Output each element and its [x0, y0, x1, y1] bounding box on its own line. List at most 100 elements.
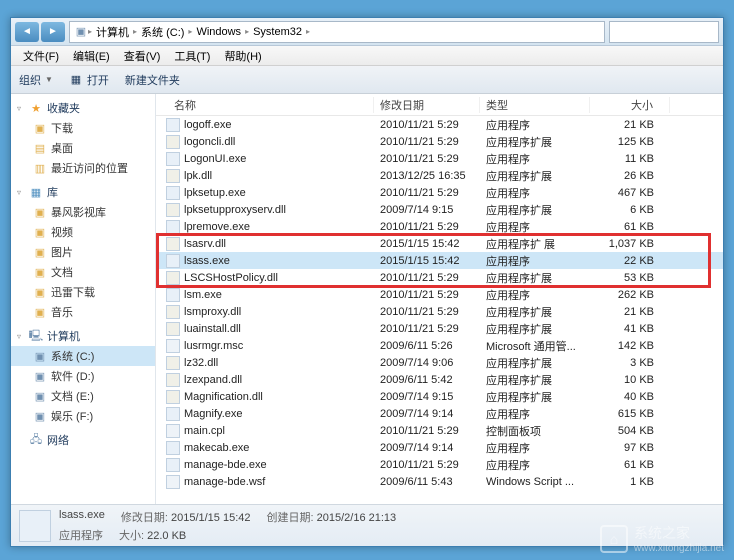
table-row[interactable]: makecab.exe2009/7/14 9:14应用程序97 KB: [156, 439, 723, 456]
col-date[interactable]: 修改日期: [374, 97, 480, 113]
table-row[interactable]: lsasrv.dll2015/1/15 15:42应用程序扩 展1,037 KB: [156, 235, 723, 252]
table-row[interactable]: lpk.dll2013/12/25 16:35应用程序扩展26 KB: [156, 167, 723, 184]
sidebar-item-downloads[interactable]: ▣下载: [11, 118, 155, 138]
sidebar-network[interactable]: 🖧网络: [11, 430, 155, 450]
file-size: 21 KB: [590, 119, 670, 131]
search-input[interactable]: [609, 21, 719, 43]
table-row[interactable]: lpksetup.exe2010/11/21 5:29应用程序467 KB: [156, 184, 723, 201]
file-type: 应用程序扩展: [480, 389, 590, 405]
sidebar-item-drive-d[interactable]: ▣软件 (D:): [11, 366, 155, 386]
table-row[interactable]: lz32.dll2009/7/14 9:06应用程序扩展3 KB: [156, 354, 723, 371]
sidebar-item-videos[interactable]: ▣视频: [11, 222, 155, 242]
menu-help[interactable]: 帮助(H): [218, 48, 267, 64]
file-size: 11 KB: [590, 153, 670, 165]
sidebar-computer[interactable]: ▿🖳计算机: [11, 326, 155, 346]
folder-icon: ▣: [33, 225, 47, 239]
table-row[interactable]: main.cpl2010/11/21 5:29控制面板项504 KB: [156, 422, 723, 439]
sidebar-item-desktop[interactable]: ▤桌面: [11, 138, 155, 158]
breadcrumb-computer[interactable]: 计算机: [92, 24, 133, 40]
file-date: 2010/11/21 5:29: [374, 136, 480, 148]
table-row[interactable]: LSCSHostPolicy.dll2010/11/21 5:29应用程序扩展5…: [156, 269, 723, 286]
file-date: 2010/11/21 5:29: [374, 306, 480, 318]
sidebar-item-drive-e[interactable]: ▣文档 (E:): [11, 386, 155, 406]
table-row[interactable]: Magnify.exe2009/7/14 9:14应用程序615 KB: [156, 405, 723, 422]
table-row[interactable]: manage-bde.wsf2009/6/11 5:43Windows Scri…: [156, 473, 723, 490]
file-icon: [166, 288, 180, 302]
sidebar-favorites[interactable]: ▿★收藏夹: [11, 98, 155, 118]
table-row[interactable]: lpremove.exe2010/11/21 5:29应用程序61 KB: [156, 218, 723, 235]
file-date: 2010/11/21 5:29: [374, 272, 480, 284]
drive-icon: ▣: [33, 369, 47, 383]
toolbar: 组织▼ ▦打开 新建文件夹: [11, 66, 723, 94]
breadcrumb-drive[interactable]: 系统 (C:): [137, 24, 188, 40]
drive-icon: ▣: [33, 349, 47, 363]
table-row[interactable]: luainstall.dll2010/11/21 5:29应用程序扩展41 KB: [156, 320, 723, 337]
table-row[interactable]: lsmproxy.dll2010/11/21 5:29应用程序扩展21 KB: [156, 303, 723, 320]
col-type[interactable]: 类型: [480, 97, 590, 113]
address-bar[interactable]: ▣ ▸ 计算机 ▸ 系统 (C:) ▸ Windows ▸ System32 ▸: [69, 21, 605, 43]
chevron-right-icon: ▸: [306, 27, 310, 36]
sidebar-item-documents[interactable]: ▣文档: [11, 262, 155, 282]
folder-icon: ▣: [33, 265, 47, 279]
menu-edit[interactable]: 编辑(E): [67, 48, 116, 64]
table-row[interactable]: lsass.exe2015/1/15 15:42应用程序22 KB: [156, 252, 723, 269]
table-row[interactable]: lusrmgr.msc2009/6/11 5:26Microsoft 通用管..…: [156, 337, 723, 354]
file-type: 应用程序扩展: [480, 355, 590, 371]
table-row[interactable]: logoff.exe2010/11/21 5:29应用程序21 KB: [156, 116, 723, 133]
sidebar-item-pictures[interactable]: ▣图片: [11, 242, 155, 262]
file-size: 142 KB: [590, 340, 670, 352]
table-row[interactable]: lzexpand.dll2009/6/11 5:42应用程序扩展10 KB: [156, 371, 723, 388]
sidebar-item-xunlei[interactable]: ▣迅雷下载: [11, 282, 155, 302]
file-size: 41 KB: [590, 323, 670, 335]
breadcrumb-system32[interactable]: System32: [249, 26, 306, 38]
table-row[interactable]: manage-bde.exe2010/11/21 5:29应用程序61 KB: [156, 456, 723, 473]
sidebar-item-video-lib[interactable]: ▣暴风影视库: [11, 202, 155, 222]
watermark: ⌂ 系统之家 www.xitongzhijia.net: [600, 523, 724, 554]
open-icon: ▦: [69, 73, 83, 87]
table-row[interactable]: Magnification.dll2009/7/14 9:15应用程序扩展40 …: [156, 388, 723, 405]
col-size[interactable]: 大小: [590, 97, 670, 113]
library-icon: ▦: [29, 185, 43, 199]
file-icon: [166, 220, 180, 234]
menu-view[interactable]: 查看(V): [118, 48, 167, 64]
file-type: 应用程序扩展: [480, 321, 590, 337]
col-name[interactable]: 名称: [156, 97, 374, 113]
file-icon: [166, 135, 180, 149]
table-row[interactable]: LogonUI.exe2010/11/21 5:29应用程序11 KB: [156, 150, 723, 167]
file-name: luainstall.dll: [184, 323, 241, 335]
table-row[interactable]: lsm.exe2010/11/21 5:29应用程序262 KB: [156, 286, 723, 303]
file-size: 22 KB: [590, 255, 670, 267]
status-filename: lsass.exe: [59, 509, 105, 525]
file-size: 40 KB: [590, 391, 670, 403]
sidebar-libraries[interactable]: ▿▦库: [11, 182, 155, 202]
file-name: lusrmgr.msc: [184, 340, 243, 352]
file-date: 2013/12/25 16:35: [374, 170, 480, 182]
file-icon: [166, 339, 180, 353]
file-size: 10 KB: [590, 374, 670, 386]
menu-bar: 文件(F) 编辑(E) 查看(V) 工具(T) 帮助(H): [11, 46, 723, 66]
menu-file[interactable]: 文件(F): [17, 48, 65, 64]
breadcrumb-windows[interactable]: Windows: [192, 26, 245, 38]
sidebar-item-drive-f[interactable]: ▣娱乐 (F:): [11, 406, 155, 426]
organize-button[interactable]: 组织▼: [19, 72, 53, 88]
open-button[interactable]: ▦打开: [69, 72, 109, 88]
sidebar-item-recent[interactable]: ▥最近访问的位置: [11, 158, 155, 178]
menu-tools[interactable]: 工具(T): [168, 48, 216, 64]
forward-button[interactable]: ►: [41, 22, 65, 42]
file-type: 应用程序扩展: [480, 202, 590, 218]
file-size: 3 KB: [590, 357, 670, 369]
file-name: Magnify.exe: [184, 408, 243, 420]
file-date: 2015/1/15 15:42: [374, 255, 480, 267]
file-date: 2009/6/11 5:43: [374, 476, 480, 488]
table-row[interactable]: lpksetupproxyserv.dll2009/7/14 9:15应用程序扩…: [156, 201, 723, 218]
table-row[interactable]: logoncli.dll2010/11/21 5:29应用程序扩展125 KB: [156, 133, 723, 150]
file-icon: [166, 186, 180, 200]
file-size: 21 KB: [590, 306, 670, 318]
back-button[interactable]: ◄: [15, 22, 39, 42]
file-icon: [166, 356, 180, 370]
file-icon: [166, 407, 180, 421]
newfolder-button[interactable]: 新建文件夹: [125, 72, 180, 88]
sidebar-item-drive-c[interactable]: ▣系统 (C:): [11, 346, 155, 366]
sidebar-item-music[interactable]: ▣音乐: [11, 302, 155, 322]
file-icon: [166, 475, 180, 489]
